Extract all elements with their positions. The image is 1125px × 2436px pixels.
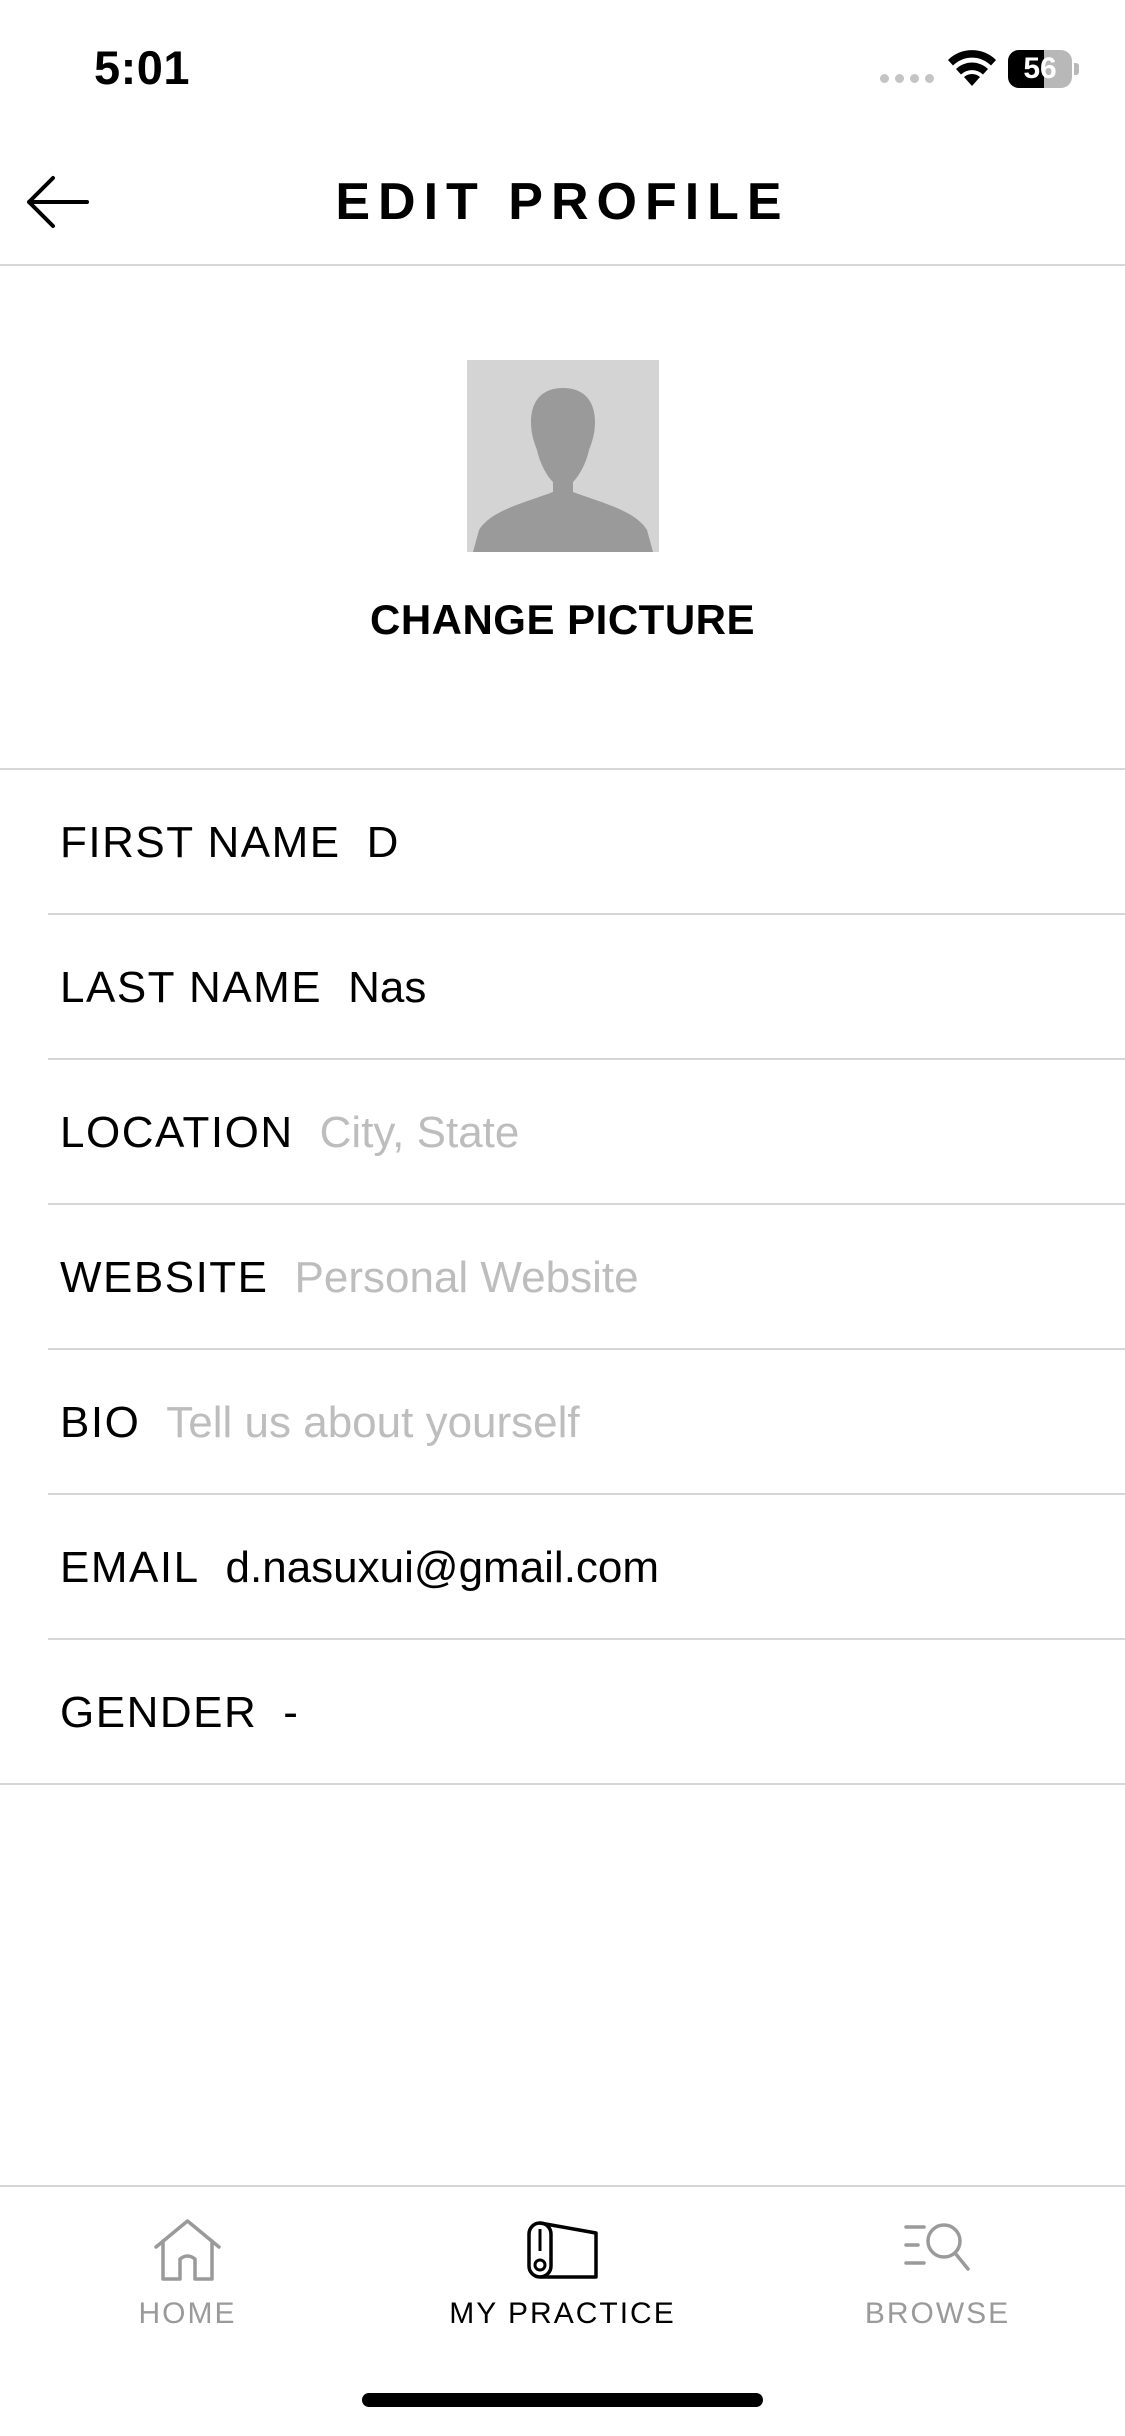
last-name-row: LAST NAME: [0, 915, 1125, 1060]
tab-browse[interactable]: BROWSE: [750, 2187, 1125, 2347]
email-field[interactable]: [225, 1537, 1125, 1598]
bio-field[interactable]: [166, 1392, 1125, 1453]
battery-icon: 56: [1008, 50, 1079, 88]
home-indicator: [362, 2393, 763, 2407]
email-row: EMAIL: [0, 1495, 1125, 1640]
person-silhouette-icon: [473, 388, 653, 552]
last-name-label: LAST NAME: [60, 962, 323, 1012]
back-button[interactable]: [20, 164, 96, 240]
first-name-row: FIRST NAME: [0, 770, 1125, 915]
wifi-icon: [948, 50, 996, 86]
bio-row: BIO: [0, 1350, 1125, 1495]
bio-label: BIO: [60, 1397, 141, 1447]
home-icon: [154, 2219, 221, 2281]
browse-search-icon: [904, 2223, 970, 2271]
first-name-label: FIRST NAME: [60, 817, 341, 867]
status-time: 5:01: [94, 41, 191, 94]
change-picture-button[interactable]: CHANGE PICTURE: [0, 596, 1125, 644]
location-label: LOCATION: [60, 1107, 294, 1157]
tab-my-practice[interactable]: MY PRACTICE: [375, 2187, 750, 2347]
gender-value[interactable]: -: [283, 1683, 1125, 1743]
email-label: EMAIL: [60, 1542, 200, 1592]
profile-form: FIRST NAME LAST NAME LOCATION WEBSITE BI…: [0, 768, 1125, 1785]
battery-percent: 56: [1023, 52, 1057, 85]
gender-row[interactable]: GENDER -: [0, 1640, 1125, 1785]
cellular-signal-icon: [880, 74, 934, 83]
website-label: WEBSITE: [60, 1252, 269, 1302]
tab-my-practice-label: MY PRACTICE: [449, 2297, 676, 2330]
header: EDIT PROFILE: [0, 140, 1125, 266]
tab-home[interactable]: HOME: [0, 2187, 375, 2347]
tab-home-label: HOME: [138, 2297, 237, 2330]
location-field[interactable]: [319, 1102, 1125, 1163]
website-field[interactable]: [294, 1247, 1125, 1308]
website-row: WEBSITE: [0, 1205, 1125, 1350]
page-title: EDIT PROFILE: [335, 173, 790, 231]
gender-label: GENDER: [60, 1687, 258, 1737]
status-bar: 5:01 56: [0, 0, 1125, 140]
location-row: LOCATION: [0, 1060, 1125, 1205]
first-name-field[interactable]: [366, 812, 1125, 873]
avatar[interactable]: [467, 360, 659, 552]
last-name-field[interactable]: [348, 957, 1125, 1018]
yoga-mat-icon: [527, 2221, 598, 2279]
arrow-left-icon: [27, 176, 89, 228]
tab-browse-label: BROWSE: [864, 2297, 1011, 2330]
